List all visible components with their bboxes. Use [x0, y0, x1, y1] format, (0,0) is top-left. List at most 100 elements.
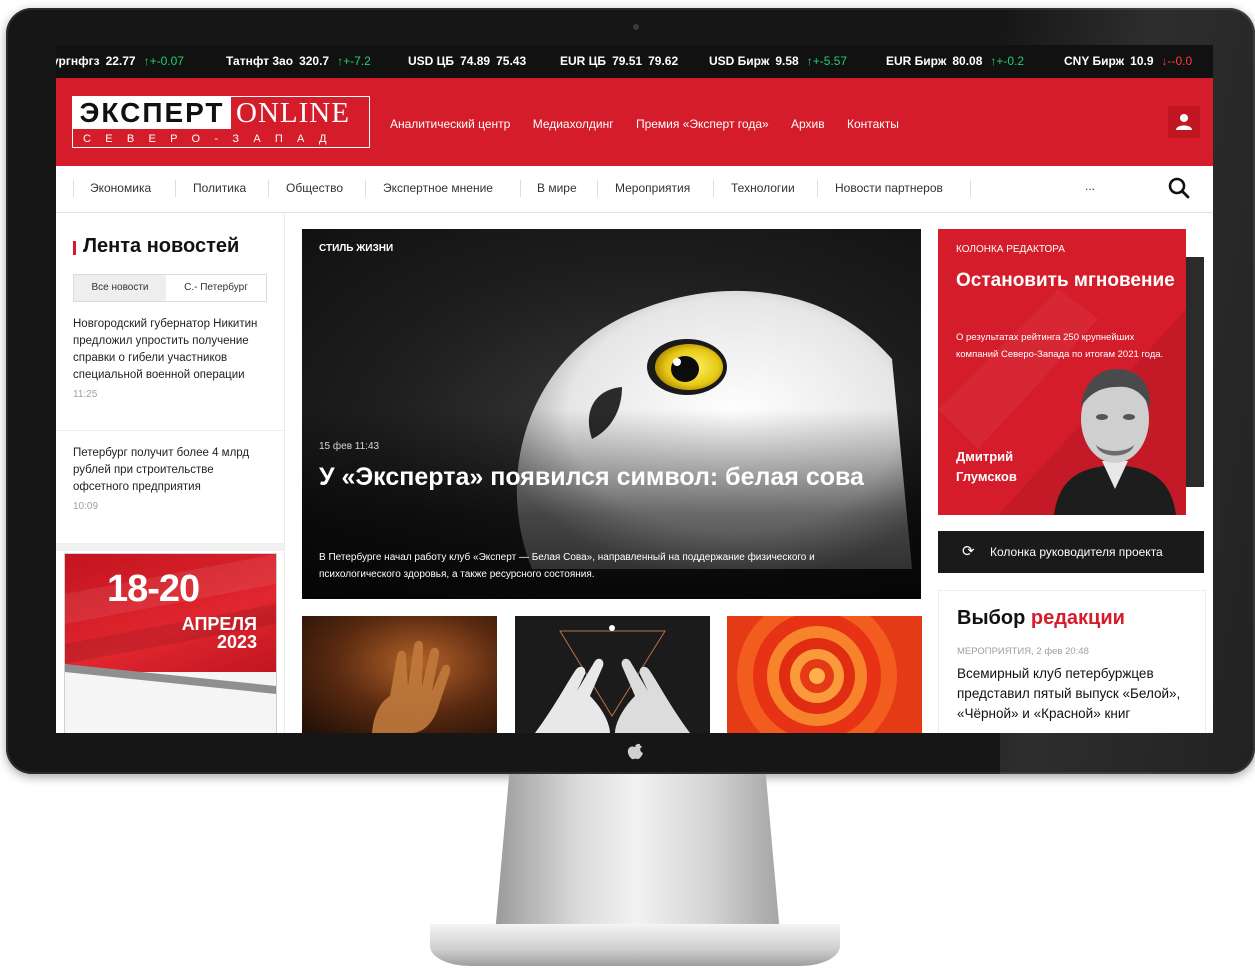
choice-title: Выбор редакции: [957, 607, 1125, 630]
editors-choice: Выбор редакции МЕРОПРИЯТИЯ, 2 фев 20:48 …: [938, 590, 1206, 733]
ticker-value: 22.77: [105, 54, 136, 68]
ticker-name: EUR ЦБ: [560, 54, 607, 68]
hero-date: 15 фев 11:43: [319, 441, 380, 452]
site-header: ЭКСПЕРТ ONLINE СЕВЕРО-ЗАПАД Аналитически…: [56, 78, 1213, 166]
project-column-button[interactable]: ⟳ Колонка руководителя проекта: [938, 531, 1204, 573]
ticker-value: 79.62: [648, 54, 679, 68]
ticker-value: 9.58: [775, 54, 799, 68]
cat-events[interactable]: Мероприятия: [615, 181, 690, 195]
hero-lead: В Петербурге начал работу клуб «Эксперт …: [319, 552, 815, 580]
editor-author[interactable]: Дмитрий Глумсков: [956, 447, 1046, 487]
cat-society[interactable]: Общество: [286, 181, 343, 195]
apple-logo-shape: [627, 743, 643, 760]
editor-title[interactable]: Остановить мгновение: [956, 267, 1176, 294]
cat-more[interactable]: ...: [1085, 179, 1095, 193]
project-column-label: Колонка руководителя проекта: [990, 545, 1163, 559]
nav-divider: [970, 180, 971, 197]
nav-media-holding[interactable]: Медиахолдинг: [533, 117, 614, 131]
feed-divider: [56, 543, 284, 551]
nav-divider: [73, 180, 74, 197]
nav-award[interactable]: Премия «Эксперт года»: [636, 117, 769, 131]
tab-all-news[interactable]: Все новости: [74, 275, 166, 301]
event-banner[interactable]: 18-20 АПРЕЛЯ 2023: [64, 553, 277, 733]
logo-online: ONLINE: [236, 97, 350, 129]
banner-dates: 18-20: [107, 568, 200, 610]
nav-archive[interactable]: Архив: [791, 117, 825, 131]
logo-region: СЕВЕРО-ЗАПАД: [83, 133, 341, 145]
ticker-item: Татнфт 3ао 320.7 ↑+-7.2: [226, 54, 371, 68]
feed-divider: [56, 430, 284, 431]
ticker-change: ↓--0.0: [1161, 54, 1193, 68]
ticker-name: EUR Бирж: [886, 54, 947, 68]
ticker-item: EUR Бирж 80.08 ↑+-0.2: [886, 54, 1024, 68]
banner-bottom-graphic: [65, 664, 276, 733]
feed-item-time: 10:09: [73, 501, 99, 512]
nav-divider: [268, 180, 269, 197]
cat-partner-news[interactable]: Новости партнеров: [835, 181, 943, 195]
feed-item[interactable]: Новгородский губернатор Никитин предложи…: [73, 316, 268, 403]
cat-expert-opinion[interactable]: Экспертное мнение: [383, 181, 493, 195]
apple-logo-icon: [622, 738, 648, 764]
nav-divider: [597, 180, 598, 197]
monitor-stand-neck: [495, 774, 780, 934]
choice-title-red: редакции: [1030, 607, 1125, 629]
ticker-value: 75.43: [496, 54, 527, 68]
ticker-value: 10.9: [1130, 54, 1154, 68]
hand-image: [372, 640, 451, 733]
cat-politics[interactable]: Политика: [193, 181, 246, 195]
ticker-name: CNY Бирж: [1064, 54, 1125, 68]
ticker-value: 74.89: [460, 54, 491, 68]
search-icon: [1168, 177, 1190, 199]
camera-icon: [633, 24, 639, 30]
ticker-item: EUR ЦБ 79.51 79.62: [560, 54, 678, 68]
cat-economy[interactable]: Экономика: [90, 181, 151, 195]
nav-divider: [175, 180, 176, 197]
choice-title-black: Выбор: [957, 607, 1026, 629]
feed-item-time: 11:25: [73, 389, 98, 400]
article-thumbnail-hand[interactable]: [302, 616, 497, 733]
choice-headline[interactable]: Всемирный клуб петербуржцев представил п…: [957, 664, 1193, 724]
nav-contacts[interactable]: Контакты: [847, 117, 899, 131]
ticker-item: USD Бирж 9.58 ↑+-5.57: [709, 54, 847, 68]
ticker-value: 80.08: [952, 54, 983, 68]
feed-item[interactable]: Петербург получит более 4 млрд рублей пр…: [73, 445, 268, 515]
news-feed-column: Лента новостей Все новости С.- Петербург…: [56, 213, 285, 733]
tab-spb[interactable]: С.- Петербург: [166, 275, 266, 301]
nav-divider: [365, 180, 366, 197]
article-thumbnail-hands[interactable]: [515, 616, 710, 733]
carousel-next-slide: [1186, 257, 1204, 487]
category-nav: Экономика Политика Общество Экспертное м…: [56, 166, 1213, 213]
feed-title: Лента новостей: [73, 235, 239, 258]
hero-rubric[interactable]: СТИЛЬ ЖИЗНИ: [319, 243, 393, 254]
cat-world[interactable]: В мире: [537, 181, 577, 195]
nav-divider: [713, 180, 714, 197]
ticker-value: 320.7: [299, 54, 330, 68]
feed-item-headline[interactable]: Петербург получит более 4 млрд рублей пр…: [73, 445, 268, 496]
cat-technology[interactable]: Технологии: [731, 181, 795, 195]
hands-triangle-image: [535, 625, 690, 733]
feed-item-headline[interactable]: Новгородский губернатор Никитин предложи…: [73, 316, 268, 384]
nav-analytics[interactable]: Аналитический центр: [390, 117, 510, 131]
spiral-image: [737, 616, 897, 733]
header-nav: Аналитический центр Медиахолдинг Премия …: [390, 117, 918, 131]
feed-tabs: Все новости С.- Петербург: [73, 274, 267, 302]
user-button[interactable]: [1168, 106, 1200, 138]
article-thumbnail-spiral[interactable]: [727, 616, 922, 733]
logo-ekspert: ЭКСПЕРТ: [73, 97, 231, 129]
editor-column-card[interactable]: КОЛОНКА РЕДАКТОРА Остановить мгновение О…: [938, 229, 1186, 515]
search-button[interactable]: [1168, 177, 1192, 201]
site-logo[interactable]: ЭКСПЕРТ ONLINE СЕВЕРО-ЗАПАД: [72, 96, 370, 148]
monitor-stand-base: [430, 924, 840, 966]
editor-label: КОЛОНКА РЕДАКТОРА: [956, 244, 1065, 255]
banner-year: 2023: [216, 632, 257, 652]
feed-title-marker: [73, 236, 83, 255]
ticker-change: ↑+-0.07: [143, 54, 184, 68]
stock-ticker: ургнфгз 22.77 ↑+-0.07 Татнфт 3ао 320.7 ↑+-7.…: [56, 45, 1213, 78]
nav-divider: [817, 180, 818, 197]
hero-article[interactable]: СТИЛЬ ЖИЗНИ 15 фев 11:43 У «Эксперта» по…: [302, 229, 921, 599]
hero-title[interactable]: У «Эксперта» появился символ: белая сова: [319, 461, 899, 494]
logo-wordmark: ЭКСПЕРТ ONLINE: [73, 97, 369, 129]
browser-screen: ургнфгз 22.77 ↑+-0.07 Татнфт 3ао 320.7 ↑+-7.…: [56, 45, 1213, 733]
ticker-name: USD ЦБ: [408, 54, 455, 68]
ticker-name: USD Бирж: [709, 54, 770, 68]
